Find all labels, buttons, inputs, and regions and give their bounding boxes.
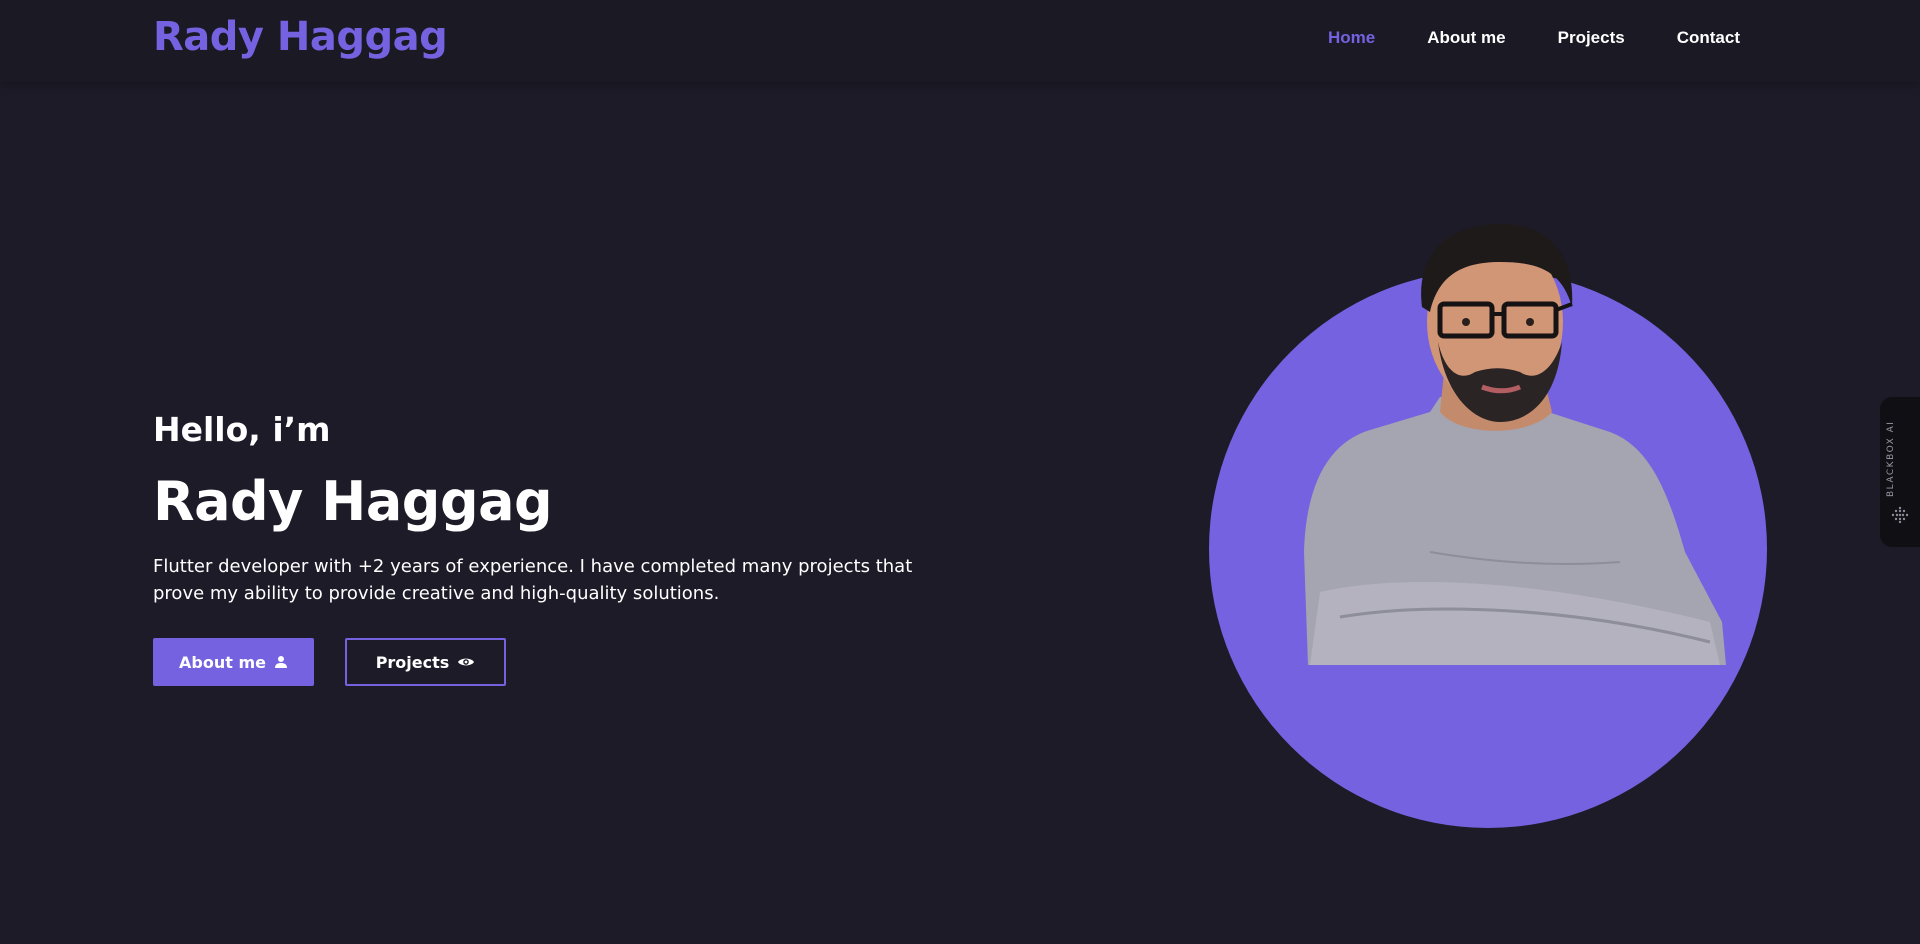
site-logo[interactable]: Rady Haggag [153,14,448,60]
projects-button-label: Projects [375,652,450,672]
hero-description: Flutter developer with +2 years of exper… [153,556,913,604]
nav-about[interactable]: About me [1427,28,1505,48]
hero-greeting: Hello, i’m [153,410,331,449]
person-icon [274,656,287,668]
side-widget-label: BLACKBOX AI [1886,420,1896,497]
page: Rady Haggag Home About me Projects Conta… [0,0,1920,944]
nav-home[interactable]: Home [1328,28,1375,48]
dots-logo-icon [1891,506,1909,524]
nav-projects[interactable]: Projects [1558,28,1625,48]
nav-contact[interactable]: Contact [1677,28,1740,48]
eye-icon [458,658,475,666]
blackbox-ai-widget[interactable]: BLACKBOX AI [1880,397,1920,547]
site-header: Rady Haggag Home About me Projects Conta… [0,0,1920,82]
hero-name: Rady Haggag [153,470,553,533]
projects-button[interactable]: Projects [345,638,506,686]
about-me-button[interactable]: About me [153,638,314,686]
profile-photo [1304,224,1726,665]
main-nav: Home About me Projects Contact [1328,28,1740,48]
about-me-button-label: About me [179,652,266,672]
